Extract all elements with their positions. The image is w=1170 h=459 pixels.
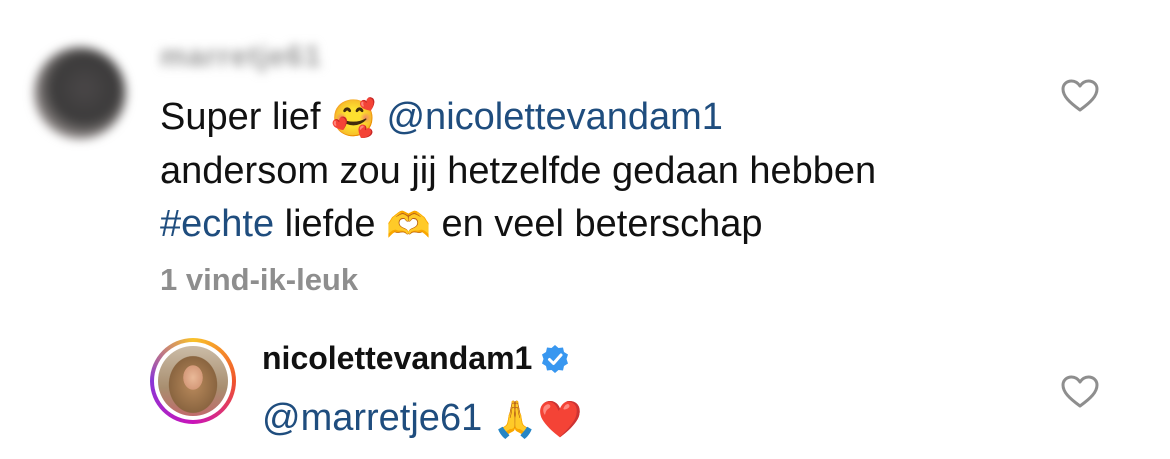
likes-count[interactable]: 1 vind-ik-leuk <box>160 262 358 298</box>
comment: marretje61 Super lief 🥰 @nicolettevandam… <box>0 0 1170 330</box>
folded-hands-emoji: 🙏 <box>492 399 538 441</box>
heart-outline-icon[interactable] <box>1061 79 1099 113</box>
mention-link[interactable]: @marretje61 <box>262 397 482 439</box>
reply-username[interactable]: nicolettevandam1 <box>262 340 532 377</box>
avatar-inner <box>154 342 232 420</box>
reply-header: nicolettevandam1 <box>262 340 570 377</box>
red-heart-emoji: ❤️ <box>537 399 583 441</box>
heart-outline-icon[interactable] <box>1061 375 1099 409</box>
hashtag-link[interactable]: #echte <box>160 203 274 245</box>
smiling-face-hearts-emoji: 🥰 <box>331 98 376 140</box>
comment-text-part: Super lief <box>160 96 332 138</box>
commenter-avatar[interactable] <box>34 47 126 139</box>
comment-text-part: en veel beterschap <box>430 203 763 246</box>
reply-avatar[interactable] <box>150 338 236 424</box>
reply-text: @marretje61 🙏❤️ <box>262 392 582 446</box>
reply: nicolettevandam1 @marretje61 🙏❤️ <box>0 330 1170 459</box>
heart-hands-emoji: 🫶 <box>386 205 431 247</box>
mention-link[interactable]: @nicolettevandam1 <box>386 96 722 138</box>
verified-badge-icon <box>542 344 569 373</box>
commenter-username[interactable]: marretje61 <box>160 40 322 74</box>
comment-text-line: andersom zou jij hetzelfde gedaan hebben <box>160 150 877 193</box>
comment-text: Super lief 🥰 @nicolettevandam1 andersom … <box>160 91 1040 253</box>
comment-text-part: liefde <box>274 203 387 246</box>
avatar-photo <box>158 346 228 416</box>
